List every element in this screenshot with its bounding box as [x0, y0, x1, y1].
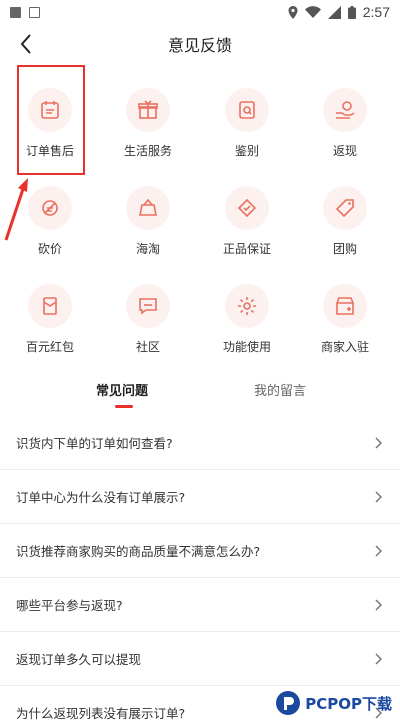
chevron-right-icon [375, 598, 383, 611]
category-red-envelope[interactable]: 百元红包 [10, 276, 90, 366]
tab-my-messages[interactable]: 我的留言 [254, 380, 306, 399]
global-shopping-icon [139, 198, 157, 216]
category-merchant-join[interactable]: 商家入驻 [305, 276, 385, 366]
list-item[interactable]: 哪些平台参与返现? [0, 578, 400, 632]
category-label: 正品保证 [222, 242, 271, 256]
gift-icon [138, 100, 158, 119]
category-authentication[interactable]: 鉴别 [207, 80, 287, 170]
category-life-service[interactable]: 生活服务 [108, 80, 188, 170]
pcpop-logo-icon [276, 691, 301, 715]
battery-icon [347, 5, 356, 19]
nav-bar: 意见反馈 [0, 24, 400, 64]
category-label: 鉴别 [234, 144, 259, 158]
faq-question: 识货内下单的订单如何查看? [16, 436, 173, 451]
back-arrow-icon [20, 34, 31, 54]
list-item[interactable]: 订单中心为什么没有订单展示? [0, 470, 400, 524]
community-icon [139, 298, 157, 315]
cashback-icon [336, 101, 355, 119]
chevron-right-icon [375, 490, 383, 503]
group-buy-tag-icon [335, 199, 354, 218]
annotation-arrow-icon [4, 178, 28, 241]
image-notification-icon [29, 6, 40, 18]
watermark-text: PCPOP下载 [305, 694, 392, 713]
faq-question: 哪些平台参与返现? [16, 598, 123, 613]
category-label: 功能使用 [222, 340, 271, 354]
category-community[interactable]: 社区 [108, 276, 188, 366]
gear-icon [238, 297, 256, 315]
back-button[interactable] [12, 30, 40, 58]
chevron-right-icon [375, 436, 383, 449]
category-label: 返现 [332, 144, 357, 158]
category-feature-usage[interactable]: 功能使用 [207, 276, 287, 366]
faq-question: 订单中心为什么没有订单展示? [16, 490, 186, 505]
chevron-right-icon [375, 544, 383, 557]
highlight-box [17, 65, 85, 175]
list-item[interactable]: 识货内下单的订单如何查看? [0, 416, 400, 470]
signal-icon [327, 5, 341, 19]
category-label: 生活服务 [123, 144, 172, 158]
chevron-right-icon [375, 652, 383, 665]
status-bar: 2:57 [0, 0, 400, 24]
tab-underline [115, 405, 133, 408]
store-icon [336, 297, 354, 315]
category-authentic-guarantee[interactable]: 正品保证 [207, 178, 287, 268]
watermark: PCPOP下载 [275, 690, 392, 716]
authentic-icon [237, 198, 257, 218]
red-envelope-icon [43, 297, 57, 315]
category-label: 百元红包 [25, 340, 74, 354]
category-cashback[interactable]: 返现 [305, 80, 385, 170]
location-icon [288, 5, 298, 19]
faq-list: 识货内下单的订单如何查看? 订单中心为什么没有订单展示? 识货推荐商家购买的商品… [0, 416, 400, 720]
category-label: 社区 [135, 340, 160, 354]
category-group-buy[interactable]: 团购 [305, 178, 385, 268]
status-time: 2:57 [362, 4, 390, 20]
page-title: 意见反馈 [167, 36, 232, 55]
category-label: 团购 [332, 242, 357, 256]
category-label: 商家入驻 [320, 340, 369, 354]
list-item[interactable]: 返现订单多久可以提现 [0, 632, 400, 686]
tab-common-questions[interactable]: 常见问题 [96, 380, 148, 399]
faq-question: 识货推荐商家购买的商品质量不满意怎么办? [16, 544, 261, 559]
faq-tabs: 常见问题 我的留言 [0, 380, 400, 410]
faq-question: 返现订单多久可以提现 [16, 652, 142, 667]
bargain-icon [42, 200, 58, 216]
list-item[interactable]: 识货推荐商家购买的商品质量不满意怎么办? [0, 524, 400, 578]
category-label: 海淘 [135, 242, 160, 256]
shield-check-icon [239, 101, 255, 119]
wifi-icon [304, 6, 321, 18]
category-overseas[interactable]: 海淘 [108, 178, 188, 268]
category-label: 砍价 [37, 242, 62, 256]
notification-icon [10, 6, 21, 18]
